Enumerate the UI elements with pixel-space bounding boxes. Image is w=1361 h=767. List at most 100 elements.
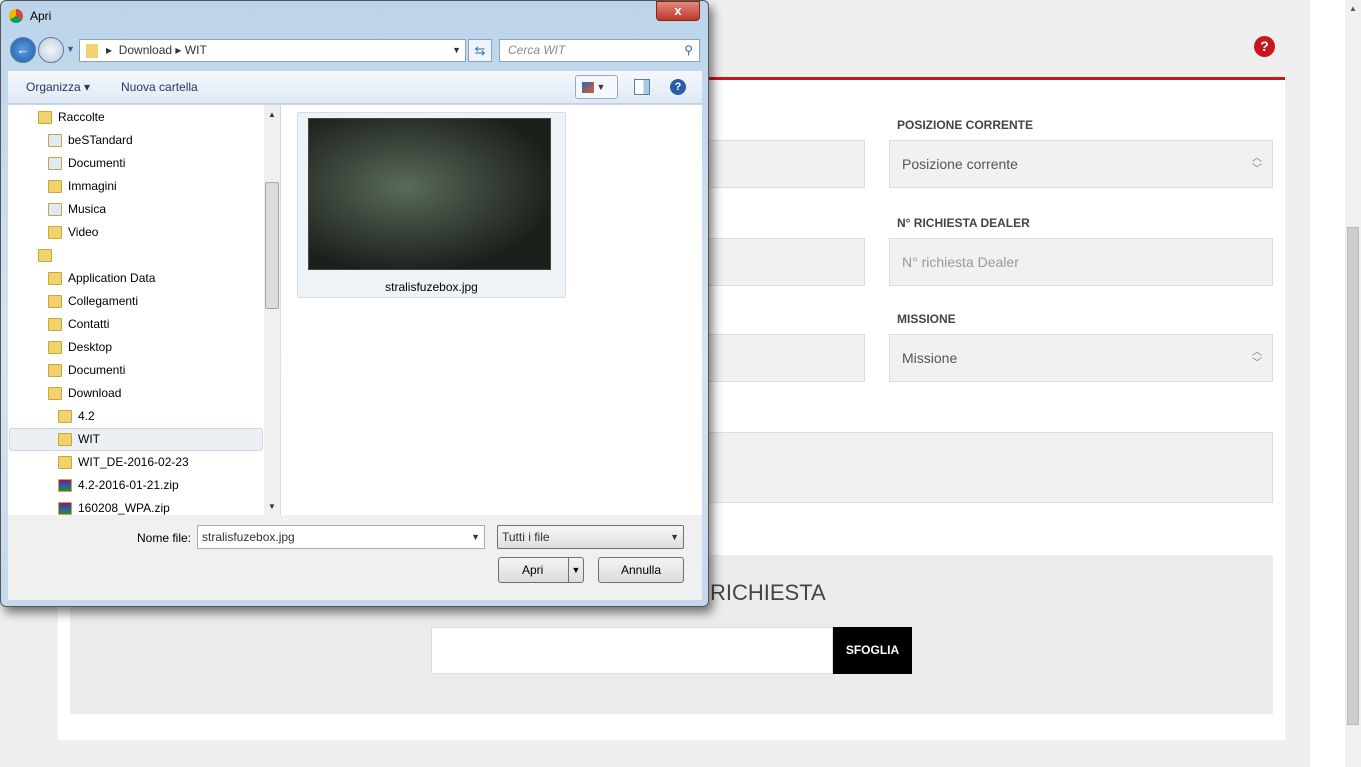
- question-circle-icon[interactable]: ?: [1254, 36, 1275, 57]
- left-field-3[interactable]: [700, 334, 865, 382]
- tree-item-label: 160208_WPA.zip: [78, 501, 170, 515]
- filetype-select[interactable]: Tutti i file ▼: [497, 525, 684, 549]
- filename-input[interactable]: stralisfuzebox.jpg ▼: [197, 525, 485, 549]
- documents-icon: [48, 157, 62, 171]
- libraries-icon: [38, 111, 52, 125]
- new-folder-button[interactable]: Nuova cartella: [121, 80, 198, 94]
- folder-icon: [86, 43, 98, 58]
- filename-value: stralisfuzebox.jpg: [202, 530, 295, 544]
- tree-item-label: Contatti: [68, 317, 110, 331]
- help-icon[interactable]: ?: [670, 79, 686, 95]
- tree-item[interactable]: Documenti: [48, 152, 125, 174]
- search-placeholder: Cerca WIT: [508, 43, 566, 57]
- filetype-value: Tutti i file: [502, 530, 550, 544]
- tree-item[interactable]: beSTandard: [48, 129, 133, 151]
- documents-folder-icon: [48, 364, 62, 378]
- tree-item-label: 4.2-2016-01-21.zip: [78, 478, 179, 492]
- forward-button[interactable]: [38, 37, 64, 63]
- close-button[interactable]: x: [656, 1, 700, 21]
- tree-item[interactable]: Collegamenti: [48, 290, 138, 312]
- tree-item[interactable]: Desktop: [48, 336, 112, 358]
- tree-item[interactable]: Raccolte: [38, 106, 105, 128]
- tree-item[interactable]: Download: [48, 382, 121, 404]
- tree-item-label: Musica: [68, 202, 107, 216]
- image-thumbnail[interactable]: [308, 118, 551, 270]
- downloads-folder-icon: [48, 387, 62, 401]
- tree-item-label: Desktop: [68, 340, 113, 354]
- left-field-2[interactable]: [700, 238, 865, 286]
- tree-selection: [9, 428, 263, 451]
- change-view-button[interactable]: ▼: [575, 75, 618, 99]
- tree-scrollbar-thumb[interactable]: [265, 182, 279, 309]
- zip-icon: [58, 479, 72, 493]
- folder-icon: [48, 272, 62, 286]
- tree-item-label: Raccolte: [58, 110, 105, 124]
- user-folder-icon: [38, 249, 52, 263]
- tree-item-label: Immagini: [68, 179, 117, 193]
- organize-menu[interactable]: Organizza ▾: [26, 80, 90, 94]
- chrome-icon: [9, 9, 23, 23]
- left-field-1[interactable]: [700, 140, 865, 188]
- tree-item-label: beSTandard: [68, 133, 133, 147]
- select-value: Missione: [902, 350, 958, 366]
- tree-item[interactable]: Application Data: [48, 267, 155, 289]
- tree-item[interactable]: [38, 244, 58, 266]
- recent-pages-dropdown-icon[interactable]: ▼: [66, 44, 75, 54]
- browse-button[interactable]: SFOGLIA: [833, 627, 912, 674]
- select-value: Posizione corrente: [902, 156, 1018, 172]
- richiesta-dealer-label: N° RICHIESTA DEALER: [897, 216, 1030, 230]
- tree-item[interactable]: 4.2: [58, 405, 95, 427]
- posizione-corrente-select[interactable]: Posizione corrente ︿ ﹀: [889, 140, 1273, 188]
- video-icon: [48, 226, 62, 240]
- search-icon: ⚲: [684, 43, 693, 57]
- zip-icon: [58, 502, 72, 516]
- desktop-folder-icon: [48, 341, 62, 355]
- search-input[interactable]: Cerca WIT ⚲: [499, 39, 700, 62]
- filename-label: Nome file:: [137, 531, 192, 545]
- links-folder-icon: [48, 295, 62, 309]
- updown-chevron-icon: ︿ ﹀: [1252, 347, 1262, 369]
- tree-item[interactable]: Video: [48, 221, 98, 243]
- pictures-icon: [48, 180, 62, 194]
- open-button[interactable]: Apri ▼: [498, 557, 584, 583]
- upload-title: RICHIESTA: [710, 580, 826, 605]
- breadcrumb-download[interactable]: Download: [119, 43, 172, 57]
- page-scrollbar-thumb[interactable]: [1347, 227, 1359, 725]
- tree-item[interactable]: WIT_DE-2016-02-23: [58, 451, 189, 473]
- tree-item[interactable]: 4.2-2016-01-21.zip: [58, 474, 179, 496]
- missione-label: MISSIONE: [897, 312, 956, 326]
- tree-item-label: Documenti: [68, 156, 126, 170]
- tree-item[interactable]: Documenti: [48, 359, 125, 381]
- refresh-icon[interactable]: ⇆: [468, 39, 492, 62]
- folder-icon: [58, 456, 72, 470]
- tree-item-label: WIT_DE-2016-02-23: [78, 455, 189, 469]
- address-dropdown-icon[interactable]: ▼: [452, 40, 461, 61]
- upload-file-input[interactable]: [431, 627, 833, 674]
- tree-item[interactable]: Contatti: [48, 313, 109, 335]
- chevron-down-icon: ▼: [670, 532, 679, 542]
- contacts-folder-icon: [48, 318, 62, 332]
- folder-icon: [58, 410, 72, 424]
- tree-scrollbar[interactable]: ▲ ▼: [264, 105, 280, 515]
- library-icon: [48, 134, 62, 148]
- tree-item[interactable]: WIT: [58, 428, 100, 450]
- open-dropdown-icon[interactable]: ▼: [568, 558, 583, 582]
- music-icon: [48, 203, 62, 217]
- folder-icon: [58, 433, 72, 447]
- tree-item-label: Application Data: [68, 271, 156, 285]
- address-bar[interactable]: ▸ Download ▸ WIT ▼: [79, 39, 466, 62]
- richiesta-dealer-input[interactable]: N° richiesta Dealer: [889, 238, 1273, 286]
- tree-item[interactable]: Musica: [48, 198, 106, 220]
- preview-pane-icon[interactable]: [634, 79, 650, 95]
- back-button[interactable]: ←: [10, 37, 36, 63]
- breadcrumb-wit[interactable]: WIT: [185, 43, 207, 57]
- notes-textarea[interactable]: [700, 432, 1273, 503]
- tree-item[interactable]: Immagini: [48, 175, 117, 197]
- updown-chevron-icon: ︿ ﹀: [1252, 153, 1262, 175]
- filename-dropdown-icon[interactable]: ▼: [471, 526, 480, 548]
- file-name: stralisfuzebox.jpg: [385, 280, 478, 294]
- posizione-corrente-label: POSIZIONE CORRENTE: [897, 118, 1034, 132]
- missione-select[interactable]: Missione ︿ ﹀: [889, 334, 1273, 382]
- cancel-button[interactable]: Annulla: [598, 557, 684, 583]
- dialog-title: Apri: [30, 9, 52, 23]
